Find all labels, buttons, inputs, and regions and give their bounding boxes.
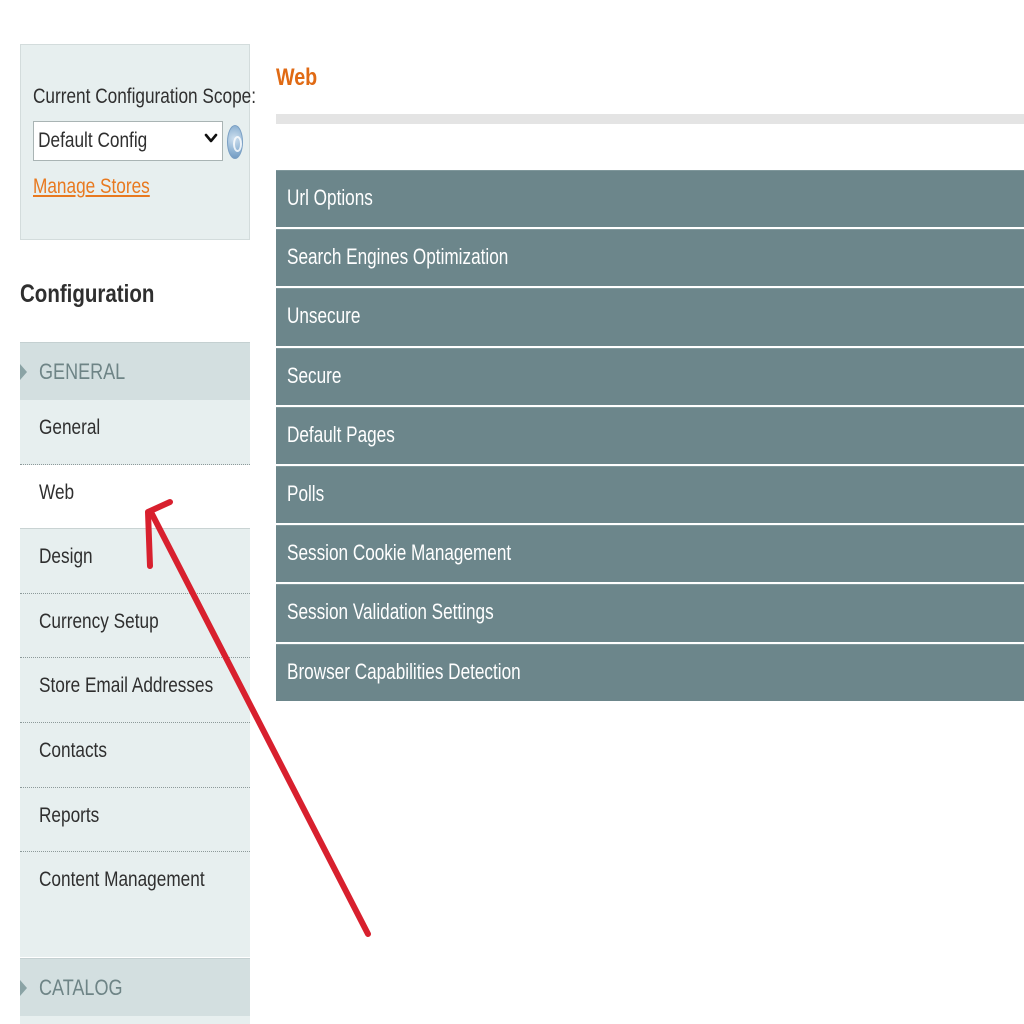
group-label: GENERAL (39, 359, 126, 384)
config-sections: Url Options Search Engines Optimization … (276, 170, 1024, 703)
main-content: Web Url Options Search Engines Optimizat… (276, 0, 1024, 1024)
group-header-catalog[interactable]: CATALOG (20, 958, 250, 1016)
section-session-validation-settings[interactable]: Session Validation Settings (276, 584, 1024, 642)
expand-arrow-icon (20, 980, 27, 996)
help-icon[interactable] (227, 125, 243, 159)
sidebar-nav-list: General Web Design Currency Setup Store … (20, 400, 250, 917)
sidebar-item-design[interactable]: Design (20, 529, 250, 594)
sidebar-spacer (20, 917, 250, 957)
sidebar-item-contacts[interactable]: Contacts (20, 722, 250, 788)
sidebar-item-general[interactable]: General (20, 400, 250, 465)
section-label: Unsecure (287, 303, 361, 329)
sidebar-item-label: Content Management (39, 868, 205, 892)
group-label: CATALOG (39, 975, 123, 1000)
scope-label: Current Configuration Scope: (33, 85, 257, 108)
sidebar-item-label: Reports (39, 803, 100, 827)
section-label: Secure (287, 362, 342, 388)
section-url-options[interactable]: Url Options (276, 170, 1024, 228)
chevron-down-icon (204, 133, 218, 143)
section-search-engines-optimization[interactable]: Search Engines Optimization (276, 229, 1024, 287)
sidebar: Current Configuration Scope: Default Con… (20, 0, 256, 1024)
sidebar-item-content-management[interactable]: Content Management (20, 852, 250, 917)
config-title-panel: Configuration (20, 240, 250, 342)
scope-switcher-panel: Current Configuration Scope: Default Con… (20, 44, 256, 240)
sidebar-item-currency-setup[interactable]: Currency Setup (20, 593, 250, 659)
section-label: Session Cookie Management (287, 540, 512, 566)
section-unsecure[interactable]: Unsecure (276, 288, 1024, 346)
sidebar-item-label: Contacts (39, 738, 107, 762)
sidebar-item-label: Design (39, 545, 93, 569)
section-label: Url Options (287, 185, 373, 210)
sidebar-item-label: Web (39, 480, 75, 504)
sidebar-item-web[interactable]: Web (20, 464, 250, 530)
expand-arrow-icon (20, 364, 27, 380)
sidebar-item-label: Currency Setup (39, 609, 159, 633)
section-label: Default Pages (287, 421, 395, 447)
scope-select-value: Default Config (38, 129, 148, 152)
section-label: Polls (287, 480, 325, 506)
sidebar-item-reports[interactable]: Reports (20, 787, 250, 853)
scope-select[interactable]: Default Config (33, 121, 223, 161)
sidebar-item-label: Store Email Addresses (39, 674, 214, 698)
sidebar-item-store-email-addresses[interactable]: Store Email Addresses (20, 658, 250, 723)
section-polls[interactable]: Polls (276, 465, 1024, 524)
section-label: Session Validation Settings (287, 599, 494, 625)
section-session-cookie-management[interactable]: Session Cookie Management (276, 525, 1024, 583)
sidebar-item-label: General (39, 416, 101, 439)
sidebar-bottom (20, 1016, 250, 1024)
section-label: Search Engines Optimization (287, 244, 509, 270)
page-title: Web (276, 64, 318, 91)
sidebar-title: Configuration (20, 280, 155, 308)
section-browser-capabilities-detection[interactable]: Browser Capabilities Detection (276, 643, 1024, 701)
section-secure[interactable]: Secure (276, 347, 1024, 405)
section-label: Browser Capabilities Detection (287, 658, 521, 684)
title-divider (276, 114, 1024, 124)
section-default-pages[interactable]: Default Pages (276, 406, 1024, 464)
group-header-general[interactable]: GENERAL (20, 342, 250, 400)
manage-stores-link[interactable]: Manage Stores (33, 175, 150, 199)
